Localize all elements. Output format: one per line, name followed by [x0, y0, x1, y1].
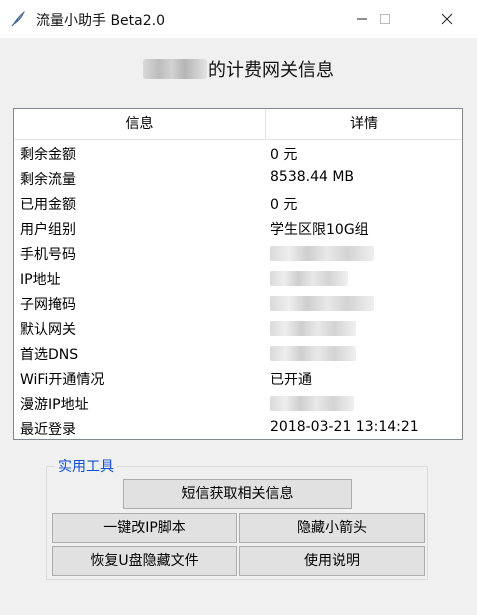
row-key: 剩余金额	[20, 147, 76, 163]
change-ip-button[interactable]: 一键改IP脚本	[52, 513, 237, 543]
row-key: 首选DNS	[20, 347, 79, 363]
row-value: 0 元	[270, 197, 298, 213]
table-row[interactable]: WiFi开通情况 已开通	[14, 366, 462, 391]
row-key: 子网掩码	[20, 297, 76, 313]
column-header-info[interactable]: 信息	[14, 109, 266, 139]
help-button[interactable]: 使用说明	[239, 546, 425, 576]
table-row[interactable]: 默认网关	[14, 316, 462, 341]
row-key: WiFi开通情况	[20, 372, 105, 388]
page-title: 的计费网关信息	[0, 56, 477, 82]
table-row[interactable]: IP地址	[14, 266, 462, 291]
row-value: 8538.44 MB	[270, 169, 355, 185]
redacted-value	[270, 246, 374, 261]
row-key: 剩余流量	[20, 172, 76, 188]
feather-icon	[10, 10, 26, 27]
redacted-username	[143, 59, 207, 79]
row-value: 2018-03-21 13:14:21	[270, 419, 419, 435]
row-value: 0 元	[270, 147, 298, 163]
row-key: 手机号码	[20, 247, 76, 263]
table-row[interactable]: 最近登录 2018-03-21 13:14:21	[14, 416, 462, 441]
close-button[interactable]	[424, 0, 470, 38]
sms-info-button[interactable]: 短信获取相关信息	[123, 479, 352, 509]
redacted-value	[270, 396, 354, 411]
column-header-detail[interactable]: 详情	[266, 109, 462, 139]
info-table[interactable]: 信息 详情 剩余金额 0 元 剩余流量 8538.44 MB 已用金额 0 元 …	[13, 108, 463, 440]
row-key: 漫游IP地址	[20, 397, 89, 413]
table-row[interactable]: 剩余金额 0 元	[14, 141, 462, 166]
table-row[interactable]: 首选DNS	[14, 341, 462, 366]
row-key: 已用金额	[20, 197, 76, 213]
table-row[interactable]: 漫游IP地址	[14, 391, 462, 416]
row-key: 默认网关	[20, 322, 76, 338]
tools-group-label: 实用工具	[55, 456, 117, 476]
title-bar: 流量小助手 Beta2.0	[0, 0, 477, 38]
row-key: IP地址	[20, 272, 61, 288]
table-row[interactable]: 子网掩码	[14, 291, 462, 316]
table-row[interactable]: 手机号码	[14, 241, 462, 266]
redacted-value	[270, 346, 356, 361]
redacted-value	[270, 321, 356, 336]
restore-usb-button[interactable]: 恢复U盘隐藏文件	[52, 546, 237, 576]
row-key: 用户组别	[20, 222, 76, 238]
row-key: 最近登录	[20, 422, 76, 438]
table-header: 信息 详情	[14, 109, 462, 140]
row-value: 学生区限10G组	[270, 222, 369, 238]
maximize-button[interactable]	[362, 0, 408, 38]
close-icon	[441, 13, 453, 25]
redacted-value	[270, 296, 374, 311]
redacted-value	[270, 271, 348, 286]
window-title: 流量小助手 Beta2.0	[36, 13, 166, 29]
table-body: 剩余金额 0 元 剩余流量 8538.44 MB 已用金额 0 元 用户组别 学…	[14, 141, 462, 441]
row-value: 已开通	[270, 372, 312, 388]
hide-arrow-button[interactable]: 隐藏小箭头	[239, 513, 425, 543]
table-row[interactable]: 用户组别 学生区限10G组	[14, 216, 462, 241]
page-title-text: 的计费网关信息	[208, 60, 334, 81]
maximize-icon	[380, 14, 390, 24]
table-row[interactable]: 已用金额 0 元	[14, 191, 462, 216]
table-row[interactable]: 剩余流量 8538.44 MB	[14, 166, 462, 191]
